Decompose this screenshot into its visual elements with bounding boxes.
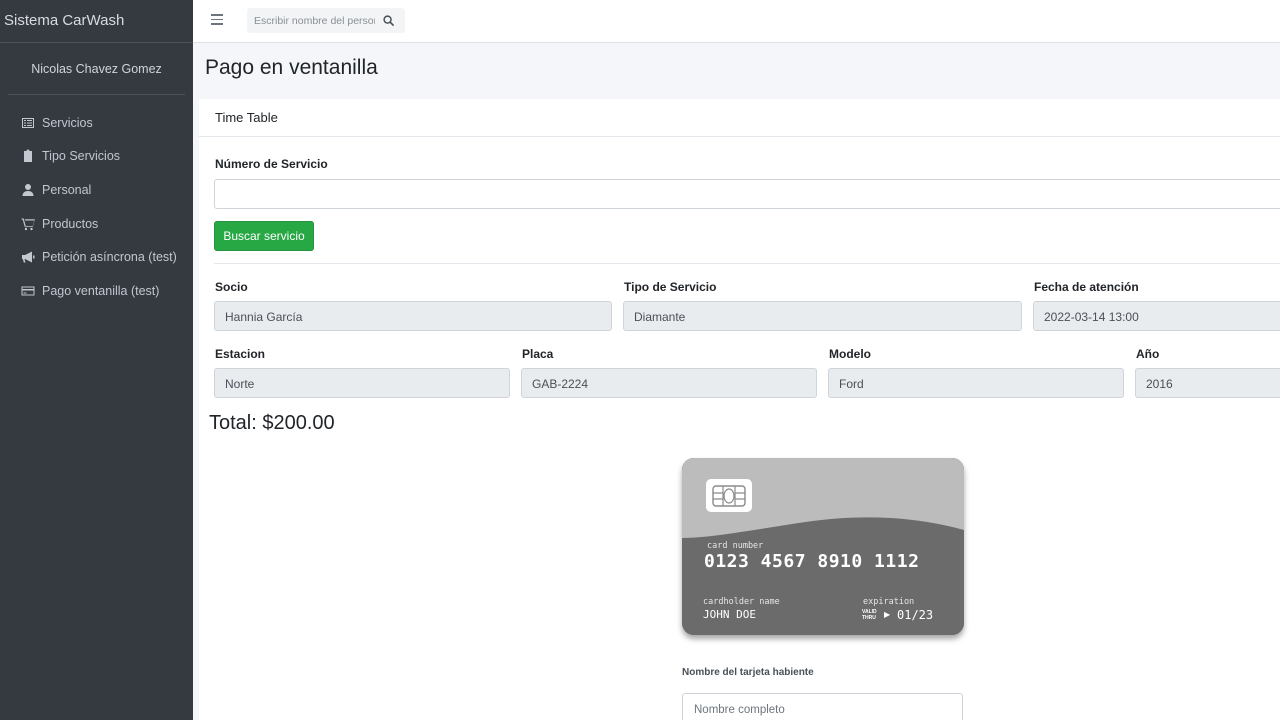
sidebar-item-tipo-servicios[interactable]: Tipo Servicios	[0, 140, 193, 174]
total-amount: Total: $200.00	[209, 412, 335, 434]
sidebar-item-servicios[interactable]: Servicios	[0, 106, 193, 140]
search-input[interactable]	[247, 14, 375, 27]
fecha-atencion-label: Fecha de atención	[1034, 280, 1139, 294]
tipo-servicio-label: Tipo de Servicio	[624, 280, 717, 294]
fecha-atencion-field: 2022-03-14 13:00	[1033, 301, 1280, 331]
estacion-field: Norte	[214, 368, 510, 398]
tipo-servicio-field: Diamante	[623, 301, 1022, 331]
modelo-label: Modelo	[829, 347, 871, 361]
search-service-button[interactable]: Buscar servicio	[214, 221, 314, 251]
search-button[interactable]	[375, 8, 401, 33]
search-box	[247, 8, 405, 33]
divider	[214, 263, 1280, 264]
card-chip-icon	[706, 479, 752, 512]
socio-label: Socio	[215, 280, 248, 294]
sidebar-item-label: Petición asíncrona (test)	[42, 250, 177, 265]
sidebar-item-label: Tipo Servicios	[42, 149, 121, 164]
cardholder-label: cardholder name	[703, 597, 780, 607]
expiration-label: expiration	[863, 597, 915, 607]
placa-field: GAB-2224	[521, 368, 817, 398]
sidebar: Sistema CarWash Nicolas Chavez Gomez Ser…	[0, 0, 193, 720]
sidebar-item-productos[interactable]: Productos	[0, 207, 193, 241]
sidebar-item-label: Servicios	[42, 115, 93, 130]
cardholder-input[interactable]	[682, 693, 963, 720]
card-header: Time Table	[199, 99, 1280, 137]
card-number-label: card number	[707, 541, 764, 551]
anio-label: Año	[1136, 347, 1160, 361]
page-title: Pago en ventanilla	[205, 56, 378, 79]
user-panel: Nicolas Chavez Gomez	[8, 43, 185, 95]
valid-thru-line2: THRU	[862, 615, 876, 621]
card-number: 0123 4567 8910 1112	[704, 551, 920, 572]
sidebar-item-label: Personal	[42, 182, 92, 197]
service-number-input[interactable]	[214, 179, 1280, 209]
sidebar-item-label: Productos	[42, 216, 99, 231]
top-navbar	[193, 0, 1280, 43]
user-name[interactable]: Nicolas Chavez Gomez	[31, 62, 162, 76]
credit-card-icon	[20, 284, 35, 298]
cardholder-input-label: Nombre del tarjeta habiente	[682, 667, 814, 678]
cardholder-name: JOHN DOE	[703, 608, 756, 621]
valid-thru-label: VALID THRU	[862, 609, 877, 621]
clipboard-icon	[20, 149, 35, 163]
sidebar-nav: Servicios Tipo Servicios Personal Produc…	[0, 95, 193, 308]
socio-field: Hannia García	[214, 301, 612, 331]
brand-title[interactable]: Sistema CarWash	[0, 0, 193, 43]
triangle-right-icon: ▶	[884, 610, 891, 619]
sidebar-item-label: Pago ventanilla (test)	[42, 283, 160, 298]
credit-card-preview: card number 0123 4567 8910 1112 cardhold…	[682, 458, 964, 635]
bullhorn-icon	[20, 250, 35, 264]
sidebar-item-personal[interactable]: Personal	[0, 173, 193, 207]
modelo-field: Ford	[828, 368, 1124, 398]
card-expiration: 01/23	[897, 608, 934, 622]
sidebar-item-peticion-asincrona[interactable]: Petición asíncrona (test)	[0, 240, 193, 274]
content-header: Pago en ventanilla	[193, 43, 1280, 99]
list-alt-icon	[20, 116, 35, 130]
search-icon	[382, 15, 394, 26]
service-number-label: Número de Servicio	[215, 157, 328, 171]
cart-icon	[20, 217, 35, 231]
anio-field: 2016	[1135, 368, 1280, 398]
menu-toggle-icon[interactable]	[211, 14, 223, 26]
user-icon	[20, 183, 35, 197]
placa-label: Placa	[522, 347, 554, 361]
sidebar-item-pago-ventanilla[interactable]: Pago ventanilla (test)	[0, 274, 193, 308]
estacion-label: Estacion	[215, 347, 266, 361]
